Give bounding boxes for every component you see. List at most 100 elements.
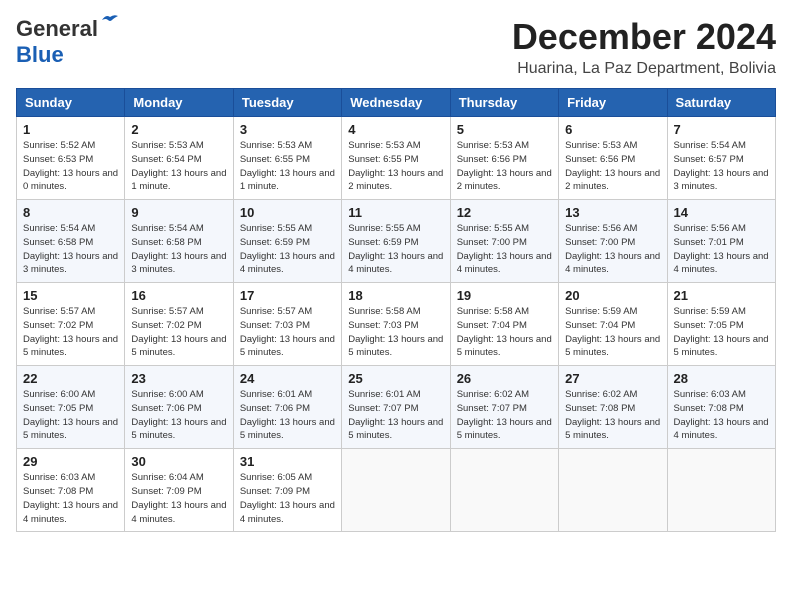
day-info: Sunrise: 5:57 AM Sunset: 7:03 PM Dayligh…	[240, 305, 335, 360]
day-number: 3	[240, 122, 335, 137]
day-info: Sunrise: 6:01 AM Sunset: 7:06 PM Dayligh…	[240, 388, 335, 443]
calendar-cell: 3 Sunrise: 5:53 AM Sunset: 6:55 PM Dayli…	[233, 117, 341, 200]
calendar-cell: 2 Sunrise: 5:53 AM Sunset: 6:54 PM Dayli…	[125, 117, 233, 200]
day-info: Sunrise: 5:58 AM Sunset: 7:03 PM Dayligh…	[348, 305, 443, 360]
calendar-table: SundayMondayTuesdayWednesdayThursdayFrid…	[16, 88, 776, 532]
day-info: Sunrise: 6:00 AM Sunset: 7:06 PM Dayligh…	[131, 388, 226, 443]
day-info: Sunrise: 5:53 AM Sunset: 6:55 PM Dayligh…	[240, 139, 335, 194]
calendar-cell: 6 Sunrise: 5:53 AM Sunset: 6:56 PM Dayli…	[559, 117, 667, 200]
day-info: Sunrise: 5:54 AM Sunset: 6:58 PM Dayligh…	[131, 222, 226, 277]
day-info: Sunrise: 5:52 AM Sunset: 6:53 PM Dayligh…	[23, 139, 118, 194]
location-title: Huarina, La Paz Department, Bolivia	[512, 60, 776, 78]
day-info: Sunrise: 5:57 AM Sunset: 7:02 PM Dayligh…	[131, 305, 226, 360]
day-info: Sunrise: 5:59 AM Sunset: 7:05 PM Dayligh…	[674, 305, 769, 360]
day-number: 5	[457, 122, 552, 137]
calendar-cell: 8 Sunrise: 5:54 AM Sunset: 6:58 PM Dayli…	[17, 200, 125, 283]
calendar-week-row: 8 Sunrise: 5:54 AM Sunset: 6:58 PM Dayli…	[17, 200, 776, 283]
day-number: 31	[240, 454, 335, 469]
calendar-cell: 5 Sunrise: 5:53 AM Sunset: 6:56 PM Dayli…	[450, 117, 558, 200]
calendar-cell: 16 Sunrise: 5:57 AM Sunset: 7:02 PM Dayl…	[125, 283, 233, 366]
day-info: Sunrise: 6:00 AM Sunset: 7:05 PM Dayligh…	[23, 388, 118, 443]
calendar-cell: 21 Sunrise: 5:59 AM Sunset: 7:05 PM Dayl…	[667, 283, 775, 366]
calendar-day-header: Thursday	[450, 89, 558, 117]
calendar-cell	[450, 449, 558, 532]
day-number: 26	[457, 371, 552, 386]
calendar-cell: 15 Sunrise: 5:57 AM Sunset: 7:02 PM Dayl…	[17, 283, 125, 366]
day-number: 13	[565, 205, 660, 220]
calendar-week-row: 22 Sunrise: 6:00 AM Sunset: 7:05 PM Dayl…	[17, 366, 776, 449]
day-info: Sunrise: 5:54 AM Sunset: 6:57 PM Dayligh…	[674, 139, 769, 194]
calendar-week-row: 1 Sunrise: 5:52 AM Sunset: 6:53 PM Dayli…	[17, 117, 776, 200]
day-number: 21	[674, 288, 769, 303]
calendar-cell: 27 Sunrise: 6:02 AM Sunset: 7:08 PM Dayl…	[559, 366, 667, 449]
day-info: Sunrise: 6:01 AM Sunset: 7:07 PM Dayligh…	[348, 388, 443, 443]
day-number: 11	[348, 205, 443, 220]
day-number: 24	[240, 371, 335, 386]
calendar-cell: 20 Sunrise: 5:59 AM Sunset: 7:04 PM Dayl…	[559, 283, 667, 366]
day-info: Sunrise: 5:55 AM Sunset: 6:59 PM Dayligh…	[240, 222, 335, 277]
day-info: Sunrise: 6:03 AM Sunset: 7:08 PM Dayligh…	[674, 388, 769, 443]
day-info: Sunrise: 5:56 AM Sunset: 7:01 PM Dayligh…	[674, 222, 769, 277]
logo-blue: Blue	[16, 42, 64, 68]
day-number: 17	[240, 288, 335, 303]
calendar-cell	[342, 449, 450, 532]
day-number: 14	[674, 205, 769, 220]
calendar-cell: 23 Sunrise: 6:00 AM Sunset: 7:06 PM Dayl…	[125, 366, 233, 449]
calendar-cell: 28 Sunrise: 6:03 AM Sunset: 7:08 PM Dayl…	[667, 366, 775, 449]
calendar-week-row: 15 Sunrise: 5:57 AM Sunset: 7:02 PM Dayl…	[17, 283, 776, 366]
day-number: 28	[674, 371, 769, 386]
day-number: 2	[131, 122, 226, 137]
day-info: Sunrise: 5:53 AM Sunset: 6:56 PM Dayligh…	[565, 139, 660, 194]
day-info: Sunrise: 5:55 AM Sunset: 6:59 PM Dayligh…	[348, 222, 443, 277]
day-number: 29	[23, 454, 118, 469]
logo: General Blue	[16, 16, 98, 68]
day-info: Sunrise: 6:04 AM Sunset: 7:09 PM Dayligh…	[131, 471, 226, 526]
day-info: Sunrise: 5:59 AM Sunset: 7:04 PM Dayligh…	[565, 305, 660, 360]
calendar-cell: 26 Sunrise: 6:02 AM Sunset: 7:07 PM Dayl…	[450, 366, 558, 449]
calendar-cell: 4 Sunrise: 5:53 AM Sunset: 6:55 PM Dayli…	[342, 117, 450, 200]
calendar-cell: 30 Sunrise: 6:04 AM Sunset: 7:09 PM Dayl…	[125, 449, 233, 532]
calendar-cell: 24 Sunrise: 6:01 AM Sunset: 7:06 PM Dayl…	[233, 366, 341, 449]
day-number: 9	[131, 205, 226, 220]
day-info: Sunrise: 5:53 AM Sunset: 6:55 PM Dayligh…	[348, 139, 443, 194]
calendar-cell	[559, 449, 667, 532]
day-number: 30	[131, 454, 226, 469]
day-number: 23	[131, 371, 226, 386]
day-number: 7	[674, 122, 769, 137]
day-info: Sunrise: 6:02 AM Sunset: 7:07 PM Dayligh…	[457, 388, 552, 443]
calendar-cell: 29 Sunrise: 6:03 AM Sunset: 7:08 PM Dayl…	[17, 449, 125, 532]
day-info: Sunrise: 6:05 AM Sunset: 7:09 PM Dayligh…	[240, 471, 335, 526]
day-info: Sunrise: 5:58 AM Sunset: 7:04 PM Dayligh…	[457, 305, 552, 360]
calendar-cell: 10 Sunrise: 5:55 AM Sunset: 6:59 PM Dayl…	[233, 200, 341, 283]
calendar-cell: 19 Sunrise: 5:58 AM Sunset: 7:04 PM Dayl…	[450, 283, 558, 366]
day-number: 12	[457, 205, 552, 220]
day-info: Sunrise: 6:03 AM Sunset: 7:08 PM Dayligh…	[23, 471, 118, 526]
logo-bird-icon	[100, 12, 120, 28]
title-section: December 2024 Huarina, La Paz Department…	[512, 16, 776, 78]
day-info: Sunrise: 5:53 AM Sunset: 6:56 PM Dayligh…	[457, 139, 552, 194]
day-number: 25	[348, 371, 443, 386]
calendar-cell: 25 Sunrise: 6:01 AM Sunset: 7:07 PM Dayl…	[342, 366, 450, 449]
day-info: Sunrise: 5:56 AM Sunset: 7:00 PM Dayligh…	[565, 222, 660, 277]
day-info: Sunrise: 5:57 AM Sunset: 7:02 PM Dayligh…	[23, 305, 118, 360]
day-number: 27	[565, 371, 660, 386]
calendar-cell: 9 Sunrise: 5:54 AM Sunset: 6:58 PM Dayli…	[125, 200, 233, 283]
day-number: 15	[23, 288, 118, 303]
day-number: 19	[457, 288, 552, 303]
day-info: Sunrise: 6:02 AM Sunset: 7:08 PM Dayligh…	[565, 388, 660, 443]
calendar-cell	[667, 449, 775, 532]
calendar-cell: 31 Sunrise: 6:05 AM Sunset: 7:09 PM Dayl…	[233, 449, 341, 532]
calendar-cell: 18 Sunrise: 5:58 AM Sunset: 7:03 PM Dayl…	[342, 283, 450, 366]
calendar-day-header: Saturday	[667, 89, 775, 117]
day-number: 10	[240, 205, 335, 220]
calendar-cell: 22 Sunrise: 6:00 AM Sunset: 7:05 PM Dayl…	[17, 366, 125, 449]
calendar-cell: 12 Sunrise: 5:55 AM Sunset: 7:00 PM Dayl…	[450, 200, 558, 283]
day-number: 18	[348, 288, 443, 303]
calendar-cell: 1 Sunrise: 5:52 AM Sunset: 6:53 PM Dayli…	[17, 117, 125, 200]
month-title: December 2024	[512, 16, 776, 58]
calendar-week-row: 29 Sunrise: 6:03 AM Sunset: 7:08 PM Dayl…	[17, 449, 776, 532]
day-number: 22	[23, 371, 118, 386]
day-number: 16	[131, 288, 226, 303]
calendar-cell: 13 Sunrise: 5:56 AM Sunset: 7:00 PM Dayl…	[559, 200, 667, 283]
calendar-header-row: SundayMondayTuesdayWednesdayThursdayFrid…	[17, 89, 776, 117]
